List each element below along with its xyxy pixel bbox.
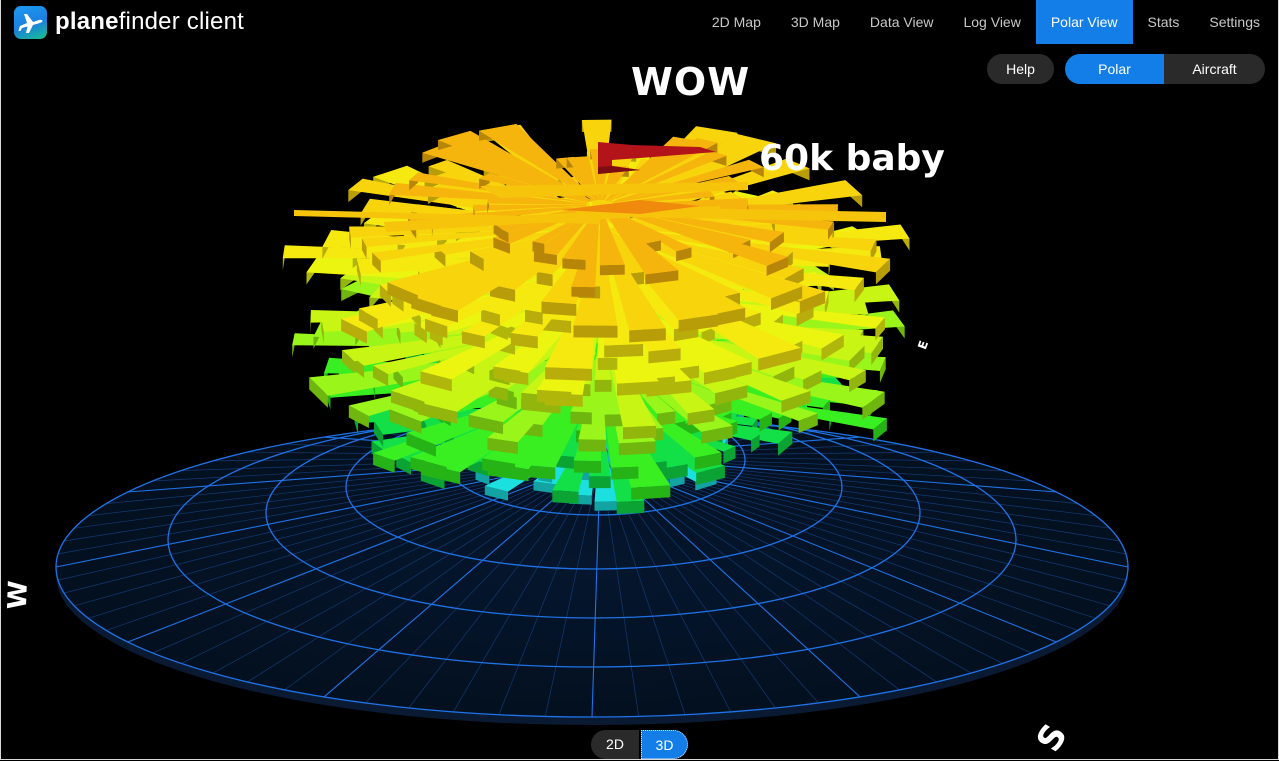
nav-settings[interactable]: Settings [1194,0,1275,44]
coverage-bar-side [552,490,579,504]
coverage-bar-side [537,389,572,404]
compass-west-label: W [2,580,34,610]
coverage-bar-side [599,264,625,276]
polar-3d-visualization[interactable] [0,44,1279,761]
brand-name-rest: finder client [118,8,245,35]
coverage-bar-side [588,476,611,489]
annotation-wow: WOW [631,60,751,104]
coverage-bar-side [617,381,659,396]
nav-2d-map[interactable]: 2D Map [697,0,776,44]
brand-name: planefinder client [55,8,244,36]
annotation-60k: 60k baby [759,138,945,179]
coverage-bar-side [594,501,620,511]
help-button[interactable]: Help [987,54,1054,84]
coverage-bar-side [631,485,671,500]
plane-logo-icon [14,5,47,39]
nav-3d-map[interactable]: 3D Map [776,0,855,44]
view-2d-button[interactable]: 2D [591,730,639,759]
coverage-bar-side [578,439,607,452]
view-3d-button[interactable]: 3D [641,730,688,759]
app-window: planefinder client 2D Map 3D Map Data Vi… [0,0,1279,761]
brand-name-bold: plane [55,8,119,35]
coverage-bar-side [570,411,592,425]
coverage-bar-side [571,286,596,298]
coverage-bar-side [562,258,586,270]
coverage-bar-side [618,441,656,456]
top-bar: planefinder client 2D Map 3D Map Data Vi… [0,0,1279,44]
aircraft-mode-button[interactable]: Aircraft [1164,54,1265,84]
coverage-bar-side [629,328,666,343]
nav-stats[interactable]: Stats [1133,0,1195,44]
coverage-bar-side [657,411,676,426]
main-nav: 2D Map 3D Map Data View Log View Polar V… [697,0,1275,44]
coverage-bar-side [545,367,592,381]
coverage-bar-side [573,325,618,338]
coverage-bar-side [623,425,657,440]
coverage-bar-side [574,460,602,473]
brand-logo[interactable]: planefinder client [14,5,244,39]
coverage-bar-side [527,465,556,480]
coverage-bar-side [594,379,612,392]
coverage-bar-side [611,466,639,480]
nav-data-view[interactable]: Data View [855,0,949,44]
polar-mode-button[interactable]: Polar [1065,54,1164,84]
coverage-bar-side [604,344,644,358]
coverage-bar-side [597,357,618,370]
nav-polar-view[interactable]: Polar View [1035,0,1133,44]
coverage-bar-side [616,500,645,514]
nav-log-view[interactable]: Log View [948,0,1035,44]
coverage-bar-side [541,301,577,316]
